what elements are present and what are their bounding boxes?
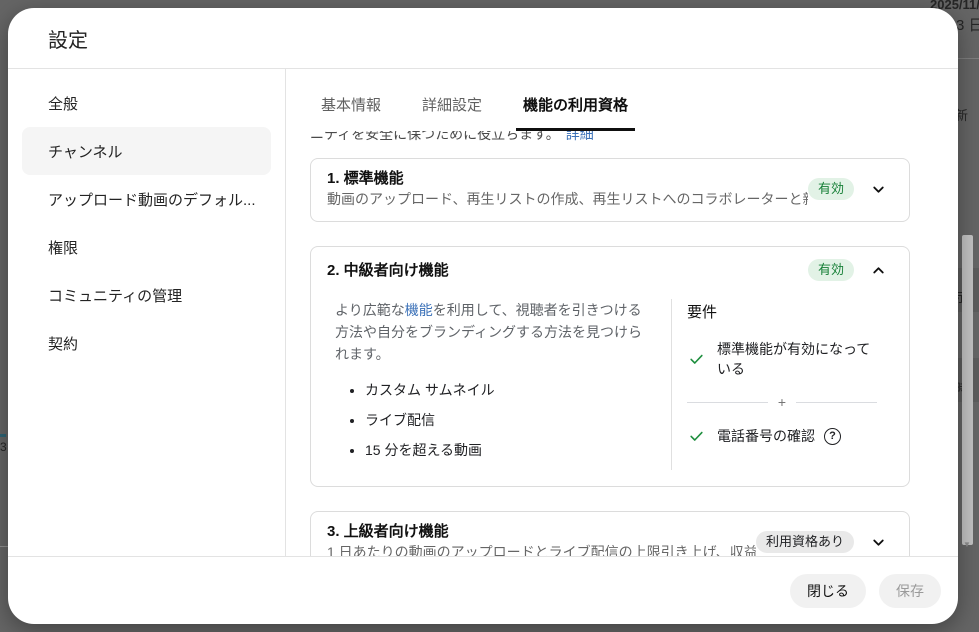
status-badge-enabled: 有効 — [808, 259, 854, 281]
background-day-fragment: 3 日 — [956, 14, 979, 35]
dialog-footer: 閉じる 保存 — [8, 556, 958, 624]
paragraph-text: より広範な — [335, 302, 405, 318]
dialog-body: 全般 チャンネル アップロード動画のデフォル... 権限 コミュニティの管理 契… — [8, 69, 958, 556]
intermediate-features-header[interactable]: 2. 中級者向け機能 有効 — [327, 259, 889, 281]
features-link[interactable]: 機能 — [405, 302, 433, 318]
intermediate-features-paragraph: より広範な機能を利用して、視聴者を引きつける方法や自分をブランディングする方法を… — [335, 299, 647, 365]
chevron-up-icon[interactable] — [870, 262, 887, 279]
intermediate-features-body: より広範な機能を利用して、視聴者を引きつける方法や自分をブランディングする方法を… — [327, 299, 889, 470]
intermediate-features-titles: 2. 中級者向け機能 — [327, 260, 808, 281]
channel-settings-panel: 基本情報 詳細設定 機能の利用資格 ニティを安全に保つために役立ちます。詳細 1… — [286, 69, 958, 556]
advanced-features-title: 3. 上級者向け機能 — [327, 521, 756, 542]
intro-text-clipped: ニティを安全に保つために役立ちます。詳細 — [310, 131, 910, 144]
channel-tabs: 基本情報 詳細設定 機能の利用資格 — [286, 69, 958, 131]
chevron-down-icon[interactable] — [870, 534, 887, 551]
intermediate-features-details: より広範な機能を利用して、視聴者を引きつける方法や自分をブランディングする方法を… — [327, 299, 672, 470]
requirements-title: 要件 — [687, 301, 877, 322]
sidebar-item-community[interactable]: コミュニティの管理 — [22, 271, 271, 319]
tab-basic-info[interactable]: 基本情報 — [319, 77, 383, 131]
standard-features-title: 1. 標準機能 — [327, 168, 808, 189]
list-item: ライブ配信 — [365, 410, 647, 431]
status-badge-enabled: 有効 — [808, 178, 854, 200]
status-badge-eligible: 利用資格あり — [756, 531, 854, 553]
list-item: 15 分を超える動画 — [365, 440, 647, 461]
background-tick-fragment — [0, 434, 6, 437]
requirement-row: 電話番号の確認 ? — [687, 426, 877, 446]
requirement-label: 標準機能が有効になっている — [717, 339, 877, 379]
background-divider — [0, 546, 8, 547]
tab-feature-eligibility[interactable]: 機能の利用資格 — [521, 77, 630, 131]
advanced-features-card: 3. 上級者向け機能 1 日あたりの動画のアップロードとライブ配信の上限引き上げ… — [310, 511, 910, 556]
advanced-features-description: 1 日あたりの動画のアップロードとライブ配信の上限引き上げ、収益化の... — [327, 542, 756, 556]
close-button[interactable]: 閉じる — [790, 574, 866, 608]
standard-features-titles: 1. 標準機能 動画のアップロード、再生リストの作成、再生リストへのコラボレータ… — [327, 168, 808, 210]
background-divider — [957, 58, 979, 59]
advanced-features-titles: 3. 上級者向け機能 1 日あたりの動画のアップロードとライブ配信の上限引き上げ… — [327, 521, 756, 556]
background-scrollbar-arrow-icon: ▼ — [963, 540, 971, 549]
sidebar-item-permissions[interactable]: 権限 — [22, 223, 271, 271]
intermediate-features-card: 2. 中級者向け機能 有効 より広範な機能を利用して、視聴者を引きつける方法や自… — [310, 246, 910, 487]
help-icon[interactable]: ? — [824, 428, 841, 445]
list-item: カスタム サムネイル — [365, 380, 647, 401]
save-button[interactable]: 保存 — [879, 574, 941, 608]
plus-sign: + — [768, 394, 796, 410]
standard-features-description: 動画のアップロード、再生リストの作成、再生リストへのコラボレーターと新し... — [327, 189, 808, 210]
sidebar-item-channel[interactable]: チャンネル — [22, 127, 271, 175]
divider-line — [796, 402, 877, 403]
background-page-scrollbar[interactable] — [962, 235, 973, 545]
background-text-fragment: 3 — [0, 440, 7, 454]
advanced-features-header[interactable]: 3. 上級者向け機能 1 日あたりの動画のアップロードとライブ配信の上限引き上げ… — [327, 521, 889, 556]
intermediate-features-title: 2. 中級者向け機能 — [327, 260, 808, 281]
chevron-down-icon[interactable] — [870, 181, 887, 198]
requirement-row: 標準機能が有効になっている — [687, 339, 877, 379]
requirement-label: 電話番号の確認 — [717, 426, 815, 446]
requirements-panel: 要件 標準機能が有効になっている + — [672, 299, 889, 470]
tab-advanced-settings[interactable]: 詳細設定 — [420, 77, 484, 131]
plus-divider: + — [687, 394, 877, 410]
sidebar-item-agreements[interactable]: 契約 — [22, 319, 271, 367]
check-icon — [687, 351, 706, 367]
check-icon — [687, 428, 706, 444]
sidebar-item-general[interactable]: 全般 — [22, 79, 271, 127]
settings-dialog: 設定 全般 チャンネル アップロード動画のデフォル... 権限 コミュニティの管… — [8, 8, 958, 624]
sidebar-item-upload-defaults[interactable]: アップロード動画のデフォル... — [22, 175, 271, 223]
standard-features-card: 1. 標準機能 動画のアップロード、再生リストの作成、再生リストへのコラボレータ… — [310, 158, 910, 222]
learn-more-link[interactable]: 詳細 — [566, 131, 594, 142]
intro-text: ニティを安全に保つために役立ちます。 — [310, 131, 560, 142]
settings-sidebar: 全般 チャンネル アップロード動画のデフォル... 権限 コミュニティの管理 契… — [8, 69, 286, 556]
standard-features-header[interactable]: 1. 標準機能 動画のアップロード、再生リストの作成、再生リストへのコラボレータ… — [327, 168, 889, 210]
dialog-title: 設定 — [48, 24, 88, 53]
feature-bullet-list: カスタム サムネイル ライブ配信 15 分を超える動画 — [335, 380, 647, 461]
dialog-header: 設定 — [8, 8, 958, 69]
divider-line — [687, 402, 768, 403]
screen: { "overlay": { "date_fragment": "2025/11… — [0, 0, 979, 632]
feature-eligibility-content[interactable]: ニティを安全に保つために役立ちます。詳細 1. 標準機能 動画のアップロード、再… — [286, 131, 958, 556]
